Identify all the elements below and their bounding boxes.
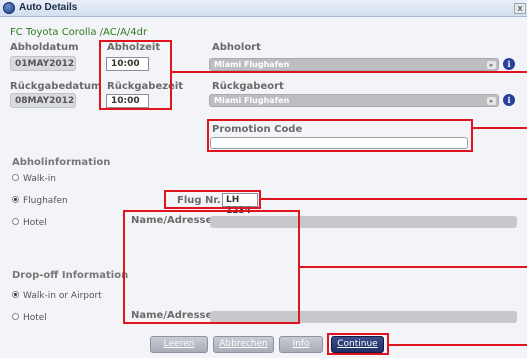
pickup-date-label: Abholdatum <box>10 42 79 53</box>
title-bar: Auto Details x <box>0 0 527 17</box>
info-icon[interactable]: i <box>503 58 515 70</box>
radio-icon <box>12 218 19 225</box>
info-button-label: Info <box>292 339 310 349</box>
return-date-label: Rückgabedatum <box>10 81 102 92</box>
radio-selected-icon <box>12 291 19 298</box>
chevron-right-icon: ▸ <box>487 61 496 69</box>
app-icon <box>3 2 15 14</box>
radio-flughafen[interactable]: Flughafen <box>12 196 68 206</box>
radio-selected-icon <box>12 196 19 203</box>
clear-button-label: Leeren <box>163 339 195 349</box>
pickup-location-select[interactable]: Miami Flughafen ▸ <box>209 58 499 71</box>
highlight-box-continue <box>327 333 389 355</box>
radio-walk-in-airport-label: Walk-in or Airport <box>23 291 102 301</box>
callout-line-flight <box>261 198 527 200</box>
radio-icon <box>12 313 19 320</box>
radio-walk-in[interactable]: Walk-in <box>12 174 56 184</box>
callout-line-continue <box>389 344 527 346</box>
radio-walk-in-airport[interactable]: Walk-in or Airport <box>12 291 102 301</box>
callout-line-times <box>172 71 527 73</box>
radio-hotel-dropoff-label: Hotel <box>23 313 47 323</box>
return-location-select[interactable]: Miami Flughafen ▸ <box>209 94 499 107</box>
cancel-button-label: Abbrechen <box>219 339 268 349</box>
highlight-box-name-address <box>123 210 300 324</box>
vehicle-description: FC Toyota Corolla /AC/A/4dr <box>10 27 148 38</box>
radio-hotel-dropoff[interactable]: Hotel <box>12 313 47 323</box>
info-button[interactable]: Info <box>279 336 323 353</box>
pickup-location-label: Abholort <box>212 42 261 53</box>
highlight-box-flight <box>164 190 261 209</box>
radio-hotel-pickup-label: Hotel <box>23 218 47 228</box>
highlight-box-promotion <box>207 119 473 152</box>
auto-details-window: Auto Details x FC Toyota Corolla /AC/A/4… <box>0 0 527 358</box>
radio-icon <box>12 174 19 181</box>
chevron-right-icon: ▸ <box>487 97 496 105</box>
dropoff-info-heading: Drop-off Information <box>12 270 129 281</box>
highlight-box-times <box>99 40 172 110</box>
callout-line-promotion <box>473 127 527 129</box>
radio-walk-in-label: Walk-in <box>23 174 57 184</box>
pickup-info-heading: Abholinformation <box>12 157 111 168</box>
return-location-value: Miami Flughafen <box>214 96 290 105</box>
pickup-location-value: Miami Flughafen <box>214 60 290 69</box>
close-button[interactable]: x <box>514 3 526 14</box>
window-title: Auto Details <box>19 2 78 13</box>
return-location-label: Rückgabeort <box>212 81 284 92</box>
pickup-date-field[interactable]: 01MAY2012 <box>10 56 76 71</box>
radio-hotel-pickup[interactable]: Hotel <box>12 218 47 228</box>
clear-button[interactable]: Leeren <box>150 336 208 353</box>
callout-line-name-address <box>300 266 527 268</box>
return-date-field[interactable]: 08MAY2012 <box>10 93 76 108</box>
info-icon[interactable]: i <box>503 94 515 106</box>
cancel-button[interactable]: Abbrechen <box>213 336 274 353</box>
radio-flughafen-label: Flughafen <box>23 196 68 206</box>
